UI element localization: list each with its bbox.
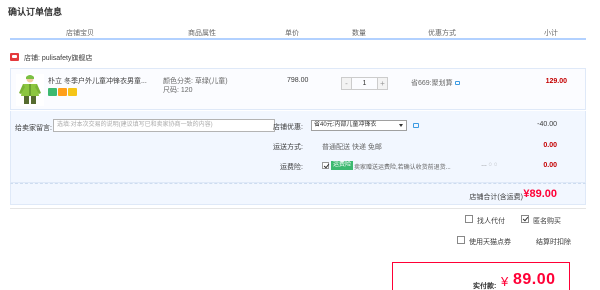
discount-info-icon[interactable] [413,123,419,128]
tmall-points-value: 结算时扣除 [536,239,571,246]
shipping-label: 运送方式: [273,144,303,151]
currency-symbol: ¥ [501,274,509,289]
seven-day-return-icon [48,88,57,96]
col-store-items: 店铺宝贝 [66,30,94,37]
col-quantity: 数量 [352,30,366,37]
product-title-line1: 朴立 冬季户外儿童冲锋衣男童... [48,78,147,85]
product-thumbnail[interactable] [16,74,44,106]
store-total-label: 店铺合计(含运费) [469,194,523,201]
insurance-label: 运费险: [280,164,303,171]
col-price: 单价 [285,30,299,37]
seller-message-input[interactable]: 选填:对本次交易的说明(建议填写已和卖家协商一致的内容) [53,119,275,132]
quantity-plus-button[interactable]: + [377,77,388,90]
col-subtotal: 小计 [544,30,558,37]
message-label: 给卖家留言: [15,125,52,132]
product-title-link[interactable]: 朴立 冬季户外儿童冲锋衣男童... [48,77,153,86]
shipping-method: 普通配送 快递 免邮 [322,144,382,151]
promo-info-icon[interactable] [454,81,460,85]
store-name-link[interactable]: pulisafety旗舰店 [42,55,93,62]
store-discount-amount: -40.00 [537,121,557,128]
insurance-tag: 运费险 [331,161,354,170]
unit-price: 798.00 [287,77,309,84]
insurance-more-icon[interactable]: … ◌ ◌ [481,162,497,168]
col-attributes: 商品属性 [188,30,216,37]
proxy-pay-label[interactable]: 找人代付 [477,216,505,226]
discount-method: 省669:聚划算 [411,78,460,88]
col-discount: 优惠方式 [428,30,456,37]
tmall-points-checkbox[interactable] [457,236,465,244]
shipping-amount: 0.00 [543,142,557,149]
store-discount-select[interactable]: 省40元:内部儿童冲锋衣 [311,120,407,131]
quantity-stepper: - 1 + [341,77,388,90]
anonymous-purchase-label[interactable]: 匿名购买 [533,216,561,226]
store-discount-label: 店铺优惠: [273,124,303,131]
tmall-points-label[interactable]: 使用天猫点券 [469,237,511,247]
store-discount-selected: 省40元:内部儿童冲锋衣 [314,122,377,128]
insurance-checkbox[interactable] [322,162,329,169]
product-attributes: 颜色分类: 草绿(儿童) 尺码: 120 [163,77,228,95]
proxy-pay-checkbox[interactable] [465,215,473,223]
insurance-description: 卖家赠送运费险,若确认收货前退货... [354,165,451,171]
color-attribute: 颜色分类: 草绿(儿童) [163,78,228,85]
quantity-minus-button[interactable]: - [341,77,352,90]
insurance-amount: 0.00 [543,162,557,169]
anonymous-purchase-checkbox[interactable] [521,215,529,223]
divider [10,208,586,209]
page-title: 确认订单信息 [8,7,63,17]
store-line: 店铺: pulisafety旗舰店 [10,53,92,63]
final-payment-box: 实付款: ¥ 89.00 [392,262,570,290]
table-header: 店铺宝贝 商品属性 单价 数量 优惠方式 小计 [10,25,586,40]
guarantee-icon [58,88,67,96]
final-payment-label: 实付款: [473,283,497,290]
chevron-down-icon [399,124,403,127]
credit-card-icon [68,88,77,96]
order-details-panel: 给卖家留言: 选填:对本次交易的说明(建议填写已和卖家协商一致的内容) 店铺优惠… [10,111,586,183]
size-attribute: 尺码: 120 [163,87,193,94]
store-total-bar: 店铺合计(含运费) ¥89.00 [10,183,586,205]
store-icon [10,53,19,61]
quantity-input[interactable]: 1 [352,77,377,90]
store-total-value: ¥89.00 [523,188,557,200]
discount-text: 省669:聚划算 [411,80,453,87]
store-label: 店铺: [23,55,40,62]
service-badges [48,88,77,96]
item-subtotal: 129.00 [545,78,567,85]
final-payment-value: 89.00 [513,271,556,288]
order-item: 朴立 冬季户外儿童冲锋衣男童... 颜色分类: 草绿(儿童) 尺码: 120 7… [10,68,586,110]
